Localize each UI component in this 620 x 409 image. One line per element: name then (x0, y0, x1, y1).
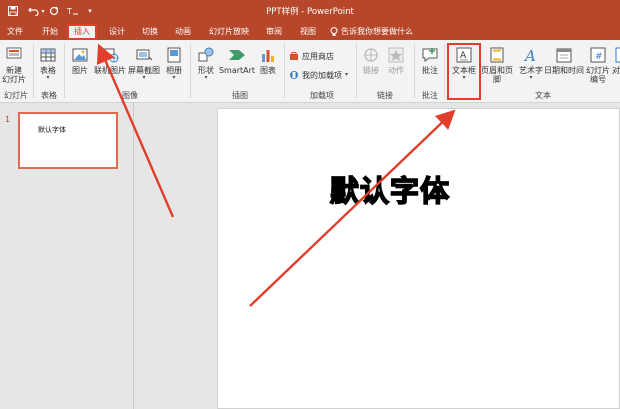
arrow-to-textbox (249, 109, 456, 307)
arrow-to-insert-tab (96, 43, 175, 218)
annotation-arrows (96, 43, 456, 307)
